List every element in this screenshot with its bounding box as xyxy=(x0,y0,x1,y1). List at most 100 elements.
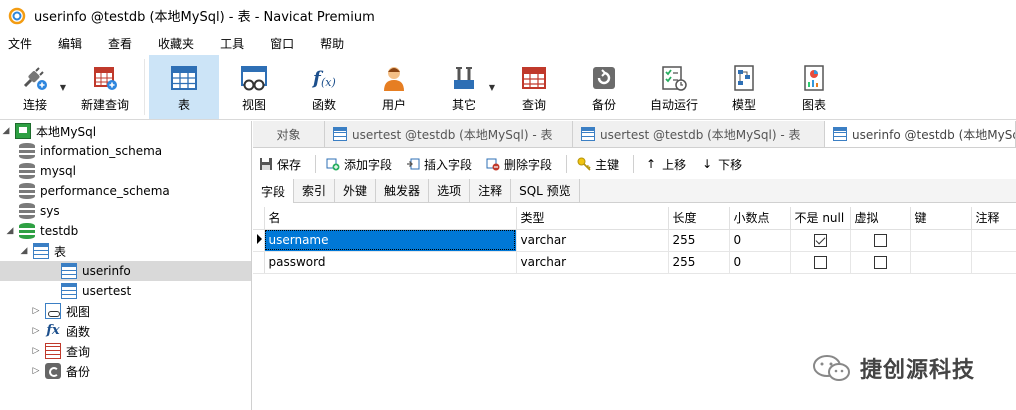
column-header-not-null[interactable]: 不是 null xyxy=(790,207,851,230)
tree-folder-tables[interactable]: ◢ 表 xyxy=(0,241,251,261)
not-null-checkbox[interactable] xyxy=(813,256,827,269)
menu-view[interactable]: 查看 xyxy=(106,35,142,52)
table-row[interactable]: password varchar 255 0 xyxy=(253,251,1016,274)
column-header-virtual[interactable]: 虚拟 xyxy=(850,207,911,230)
tree-database[interactable]: mysql xyxy=(0,161,251,181)
field-length-cell[interactable]: 255 xyxy=(668,251,730,274)
column-header-length[interactable]: 长度 xyxy=(668,207,730,230)
add-field-button[interactable]: 添加字段 xyxy=(326,156,392,173)
database-icon xyxy=(19,183,35,199)
menu-bar: 文件 编辑 查看 收藏夹 工具 窗口 帮助 xyxy=(0,31,1016,55)
table-icon xyxy=(170,64,198,92)
tree-table-userinfo[interactable]: userinfo xyxy=(0,261,251,281)
table-row[interactable]: username varchar 255 0 xyxy=(253,229,1016,252)
automation-button[interactable]: 自动运行 xyxy=(639,55,709,119)
menu-file[interactable]: 文件 xyxy=(6,35,42,52)
key-cell[interactable] xyxy=(910,229,972,252)
tree-table-usertest[interactable]: usertest xyxy=(0,281,251,301)
field-length-cell[interactable]: 255 xyxy=(668,229,730,252)
menu-window[interactable]: 窗口 xyxy=(268,35,304,52)
expand-arrow-icon[interactable]: ▷ xyxy=(30,346,42,356)
menu-tools[interactable]: 工具 xyxy=(218,35,254,52)
table-button[interactable]: 表 xyxy=(149,55,219,119)
primary-key-button[interactable]: 主键 xyxy=(577,156,619,173)
query-button[interactable]: 查询 xyxy=(499,55,569,119)
tab-usertest-1[interactable]: usertest @testdb (本地MySql) - 表 xyxy=(325,121,573,147)
menu-help[interactable]: 帮助 xyxy=(318,35,354,52)
tab-usertest-2[interactable]: usertest @testdb (本地MySql) - 表 xyxy=(573,121,825,147)
field-type-cell[interactable]: varchar xyxy=(516,251,669,274)
collapse-arrow-icon[interactable]: ◢ xyxy=(4,226,16,236)
database-icon xyxy=(19,223,35,239)
query-icon xyxy=(45,343,61,359)
insert-field-button[interactable]: 插入字段 xyxy=(406,156,472,173)
database-icon xyxy=(19,203,35,219)
query-label: 查询 xyxy=(521,98,546,112)
column-header-decimals[interactable]: 小数点 xyxy=(729,207,791,230)
tree-database[interactable]: sys xyxy=(0,201,251,221)
column-header-name[interactable]: 名 xyxy=(264,207,517,230)
tree-folder-views[interactable]: ▷ 视图 xyxy=(0,301,251,321)
tab-comment[interactable]: 注释 xyxy=(470,179,512,202)
move-down-button[interactable]: ↓ 下移 xyxy=(700,156,742,173)
tree-label: 备份 xyxy=(66,364,91,379)
tree-label: 函数 xyxy=(66,324,91,339)
virtual-checkbox[interactable] xyxy=(873,256,887,269)
view-button[interactable]: 视图 xyxy=(219,55,289,119)
save-button[interactable]: 保存 xyxy=(259,156,301,173)
comment-cell[interactable] xyxy=(971,251,1016,274)
column-header-key[interactable]: 键 xyxy=(910,207,972,230)
tab-label: usertest @testdb (本地MySql) - 表 xyxy=(600,127,801,142)
tab-userinfo[interactable]: userinfo @testdb (本地MySql) - 表 xyxy=(825,121,1016,147)
field-decimals-cell[interactable]: 0 xyxy=(729,229,791,252)
table-icon xyxy=(333,127,347,141)
tree-folder-queries[interactable]: ▷ 查询 xyxy=(0,341,251,361)
expand-arrow-icon[interactable]: ▷ xyxy=(30,326,42,336)
insert-field-label: 插入字段 xyxy=(424,157,473,172)
tree-folder-functions[interactable]: ▷ fx 函数 xyxy=(0,321,251,341)
menu-edit[interactable]: 编辑 xyxy=(56,35,92,52)
not-null-checkbox[interactable] xyxy=(813,234,827,247)
tab-fields[interactable]: 字段 xyxy=(253,179,295,203)
tab-options[interactable]: 选项 xyxy=(429,179,471,202)
expand-arrow-icon[interactable]: ▷ xyxy=(30,366,42,376)
tools-icon xyxy=(450,64,478,92)
tree-connection[interactable]: ◢ 本地MySql xyxy=(0,121,251,141)
chart-button[interactable]: 图表 xyxy=(779,55,849,119)
tree-database[interactable]: information_schema xyxy=(0,141,251,161)
user-button[interactable]: 用户 xyxy=(359,55,429,119)
others-button[interactable]: ▼ 其它 xyxy=(429,55,499,119)
tab-indexes[interactable]: 索引 xyxy=(294,179,336,202)
tree-folder-backups[interactable]: ▷ 备份 xyxy=(0,361,251,381)
tree-database-testdb[interactable]: ◢ testdb xyxy=(0,221,251,241)
field-name-cell[interactable]: username xyxy=(264,229,517,252)
tab-foreign-keys[interactable]: 外键 xyxy=(335,179,377,202)
column-header-type[interactable]: 类型 xyxy=(516,207,669,230)
menu-favorites[interactable]: 收藏夹 xyxy=(156,35,204,52)
connect-button[interactable]: ▼ 连接 xyxy=(0,55,70,119)
move-up-button[interactable]: ↑ 上移 xyxy=(644,156,686,173)
collapse-arrow-icon[interactable]: ◢ xyxy=(0,126,12,136)
save-icon xyxy=(259,157,273,171)
tree-database[interactable]: performance_schema xyxy=(0,181,251,201)
backup-button[interactable]: 备份 xyxy=(569,55,639,119)
field-name-cell[interactable]: password xyxy=(264,251,517,274)
schedule-icon xyxy=(660,64,688,92)
tab-objects[interactable]: 对象 xyxy=(253,121,325,147)
function-button[interactable]: f (x) 函数 xyxy=(289,55,359,119)
column-header-comment[interactable]: 注释 xyxy=(971,207,1016,230)
chevron-down-icon[interactable]: ▼ xyxy=(60,83,66,92)
expand-arrow-icon[interactable]: ▷ xyxy=(30,306,42,316)
tab-triggers[interactable]: 触发器 xyxy=(376,179,430,202)
new-query-button[interactable]: 新建查询 xyxy=(70,55,140,119)
field-type-cell[interactable]: varchar xyxy=(516,229,669,252)
delete-field-button[interactable]: 删除字段 xyxy=(486,156,552,173)
model-button[interactable]: 模型 xyxy=(709,55,779,119)
comment-cell[interactable] xyxy=(971,229,1016,252)
field-decimals-cell[interactable]: 0 xyxy=(729,251,791,274)
collapse-arrow-icon[interactable]: ◢ xyxy=(18,246,30,256)
tab-sql-preview[interactable]: SQL 预览 xyxy=(511,179,580,202)
virtual-checkbox[interactable] xyxy=(873,234,887,247)
chevron-down-icon[interactable]: ▼ xyxy=(489,83,495,92)
key-cell[interactable] xyxy=(910,251,972,274)
